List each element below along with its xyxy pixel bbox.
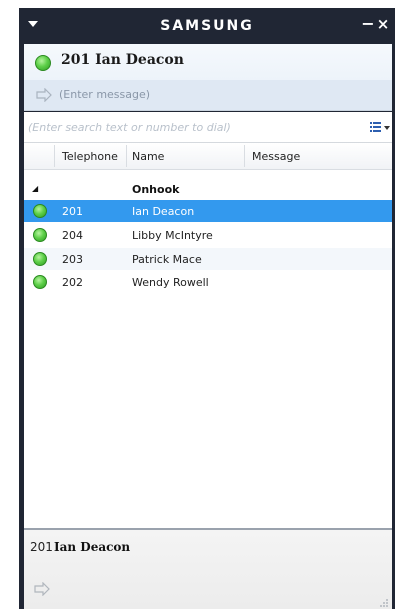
column-message[interactable]: Message [252, 150, 300, 163]
status-available-icon[interactable] [35, 55, 51, 71]
status-available-icon [33, 275, 47, 289]
status-available-icon [33, 228, 47, 242]
message-arrow-icon[interactable] [34, 582, 50, 596]
contact-name: Wendy Rowell [132, 276, 209, 289]
contact-extension: 204 [62, 229, 83, 242]
contact-name: Libby McIntyre [132, 229, 213, 242]
column-divider[interactable] [244, 145, 245, 167]
resize-grip-icon[interactable] [380, 599, 388, 607]
message-input[interactable]: (Enter message) [59, 88, 150, 101]
search-bar [24, 112, 392, 143]
own-status-panel: 201 Ian Deacon (Enter message) [24, 44, 392, 111]
contact-row[interactable]: 202 Wendy Rowell [24, 271, 392, 293]
detail-name: Ian Deacon [54, 540, 131, 554]
column-divider[interactable] [126, 145, 127, 167]
own-message-row[interactable]: (Enter message) [24, 80, 392, 110]
contact-row[interactable]: 201 Ian Deacon [24, 200, 392, 222]
contact-name: Ian Deacon [132, 205, 195, 218]
collapse-triangle-icon[interactable]: ◢ [32, 184, 38, 193]
message-arrow-icon [36, 88, 52, 102]
contact-extension: 202 [62, 276, 83, 289]
group-label: Onhook [132, 183, 180, 196]
search-input[interactable] [24, 112, 348, 142]
contact-name: Patrick Mace [132, 253, 202, 266]
view-options-icon[interactable] [369, 120, 391, 134]
column-header: Telephone Name Message [24, 143, 392, 170]
contact-row[interactable]: 204 Libby McIntyre [24, 224, 392, 246]
contact-list[interactable]: Telephone Name Message ◢ Onhook 201 Ian … [24, 143, 392, 528]
contact-extension: 203 [62, 253, 83, 266]
detail-panel: 201 Ian Deacon [24, 528, 392, 609]
minimize-button[interactable]: − [361, 16, 375, 32]
contact-row[interactable]: 203 Patrick Mace [24, 248, 392, 270]
column-telephone[interactable]: Telephone [62, 150, 118, 163]
status-available-icon [33, 252, 47, 266]
brand-logo: SAMSUNG [160, 18, 254, 34]
column-divider[interactable] [54, 145, 55, 167]
close-button[interactable]: × [376, 16, 390, 32]
contact-extension: 201 [62, 205, 83, 218]
own-extension-name: 201 Ian Deacon [61, 52, 184, 68]
title-bar[interactable]: SAMSUNG − × [19, 8, 395, 44]
app-window: SAMSUNG − × 201 Ian Deacon (Enter messag… [19, 8, 395, 609]
detail-extension: 201 [30, 540, 53, 554]
group-header-onhook[interactable]: ◢ Onhook [24, 181, 392, 199]
column-name[interactable]: Name [132, 150, 164, 163]
status-available-icon [33, 204, 47, 218]
